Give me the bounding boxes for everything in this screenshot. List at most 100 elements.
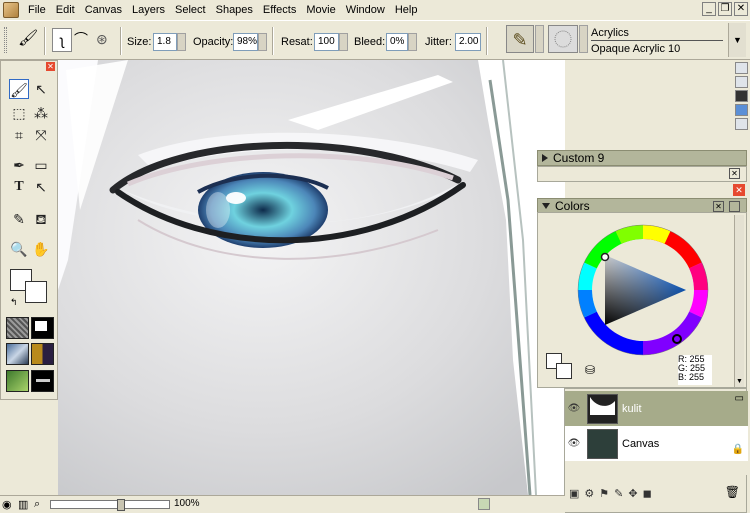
toolbar-grip[interactable] [4,27,7,53]
restore-button[interactable]: ❐ [718,2,732,16]
close-icon[interactable]: ✕ [713,201,724,212]
new-layer-icon[interactable]: ✎ [614,487,623,500]
size-spinner[interactable] [177,33,186,51]
rectangle-shape-icon[interactable]: ▭ [31,155,51,175]
resat-spinner[interactable] [339,33,348,51]
new-layer-group-icon[interactable]: ⚑ [599,487,609,500]
magic-wand-icon[interactable]: ⁂ [31,103,51,123]
clone-color-icon[interactable]: ⛁ [585,363,595,377]
magnifier-icon[interactable]: ⌕ [34,498,40,511]
selection-adjuster-icon[interactable]: ⤧ [31,125,51,145]
chevron-down-icon[interactable]: ▼ [728,23,746,57]
layer-commands-icon[interactable]: ▣ [569,487,579,500]
grid-icon[interactable] [735,62,748,74]
layer-thumbnail [587,393,618,424]
layer-mask-icon[interactable]: ◼ [643,487,652,500]
layer-commands: ▣ ⚙ ⚑ ✎ ✥ ◼ [569,487,652,500]
document-icon[interactable] [735,118,748,130]
menu-icon[interactable] [729,201,740,212]
straight-line-icon[interactable]: ⌒ [74,30,88,48]
colors-palette-body: ⛁ R: 255 G: 255 B: 255 ▼ [537,212,747,388]
menu-shapes[interactable]: Shapes [211,4,258,16]
layer-row-kulit[interactable]: 👁 kulit ▭ [565,391,748,426]
trash-icon[interactable]: 🗑 [725,485,740,499]
menu-effects[interactable]: Effects [258,4,301,16]
star-icon[interactable] [735,104,748,116]
zoom-slider[interactable] [50,499,170,511]
minimize-button[interactable]: _ [702,2,716,16]
look-selector-icon[interactable] [31,370,54,392]
status-bar: ◉ ▥ ⌕ 100% [0,495,565,513]
freehand-stroke-icon[interactable]: ʅ [52,28,72,52]
menu-file[interactable]: File [23,4,51,16]
eye-icon[interactable]: 👁 [565,438,583,449]
opacity-field[interactable]: 98% [233,33,258,51]
toolbox-panel: ✕ 🖌 ↖ ⬚ ⁂ ⌗ ⤧ ✒ ▭ T ↖ ✎ ⛾ 🔍 ✋ ↰ [0,60,58,400]
weaving-selector-icon[interactable] [31,343,54,365]
custom-palette-header[interactable]: Custom 9 [537,150,747,166]
close-icon[interactable]: ✕ [46,62,55,71]
dab-dropdown[interactable] [579,25,588,53]
rectangle-select-icon[interactable]: ⬚ [9,103,29,123]
menu-canvas[interactable]: Canvas [80,4,127,16]
secondary-color-chip[interactable] [556,363,572,379]
expand-arrow-icon[interactable] [542,154,548,162]
swap-colors-icon[interactable]: ↰ [10,297,18,308]
scrollbar-thumb[interactable] [478,498,490,510]
property-bar: 🖌 ʅ ⌒ ⊛ Size: 1.8 Opacity: 98% Resat: 10… [0,20,750,60]
palette-icon[interactable] [735,76,748,88]
bleed-field[interactable]: 0% [386,33,408,51]
crop-icon[interactable]: ⌗ [9,125,29,145]
pattern-selector-icon[interactable] [31,317,54,339]
paper-selector-icon[interactable] [6,317,29,339]
monitor-icon[interactable] [735,90,748,102]
menu-select[interactable]: Select [170,4,211,16]
eye-icon[interactable]: 👁 [565,403,583,414]
zoom-slider-thumb[interactable] [117,499,125,511]
close-icon[interactable]: ✕ [733,184,745,196]
brush-category-icon[interactable]: ✎ [506,25,534,53]
opacity-label: Opacity: [193,36,234,48]
colors-scrollbar[interactable]: ▼ [734,215,744,387]
menu-edit[interactable]: Edit [51,4,80,16]
layer-options-icon[interactable]: ▭ [735,393,744,404]
close-icon[interactable]: ✕ [729,168,740,179]
resat-field[interactable]: 100 [314,33,339,51]
chevron-down-icon[interactable]: ▼ [736,378,743,385]
shape-selection-icon[interactable]: ↖ [31,177,51,197]
nozzle-selector-icon[interactable] [6,370,29,392]
menu-layers[interactable]: Layers [127,4,170,16]
dynamic-plugins-icon[interactable]: ⚙ [584,487,594,500]
menu-movie[interactable]: Movie [301,4,340,16]
size-field[interactable]: 1.8 [153,33,177,51]
grabber-hand-icon[interactable]: ✋ [31,239,51,259]
brush-category-dropdown[interactable] [535,25,544,53]
menu-help[interactable]: Help [390,4,423,16]
text-icon[interactable]: T [9,177,29,197]
tracing-icon[interactable]: ▥ [18,498,28,511]
brush-category-name[interactable]: Acrylics [591,26,629,40]
layer-adjuster-icon[interactable]: ↖ [31,79,51,99]
jitter-field[interactable]: 2.00 [455,33,481,51]
layer-row-canvas[interactable]: 👁 Canvas 🔒 [565,426,748,461]
brush-ghost-icon[interactable]: ⊛ [96,30,108,48]
color-wheel[interactable] [558,215,728,365]
lock-icon[interactable]: 🔒 [732,444,744,455]
bleed-spinner[interactable] [408,33,417,51]
document-canvas[interactable] [58,60,565,495]
gradient-selector-icon[interactable] [6,343,29,365]
magnifier-icon[interactable]: 🔍 [9,239,29,259]
brush-icon[interactable]: 🖌 [9,79,29,99]
pen-icon[interactable]: ✒ [9,155,29,175]
mask-icon[interactable]: ✥ [628,487,637,500]
painter-app-icon[interactable] [3,1,19,18]
additional-color-swatch[interactable] [25,281,47,303]
menu-window[interactable]: Window [341,4,390,16]
opacity-spinner[interactable] [258,33,267,51]
collapse-arrow-icon[interactable] [542,203,550,209]
brush-variant-name[interactable]: Opaque Acrylic 10 [591,42,680,56]
dropper-icon[interactable]: ✎ [9,209,29,229]
paint-bucket-icon[interactable]: ⛾ [31,209,51,229]
close-button[interactable]: ✕ [734,2,748,16]
world-icon[interactable]: ◉ [2,498,12,511]
